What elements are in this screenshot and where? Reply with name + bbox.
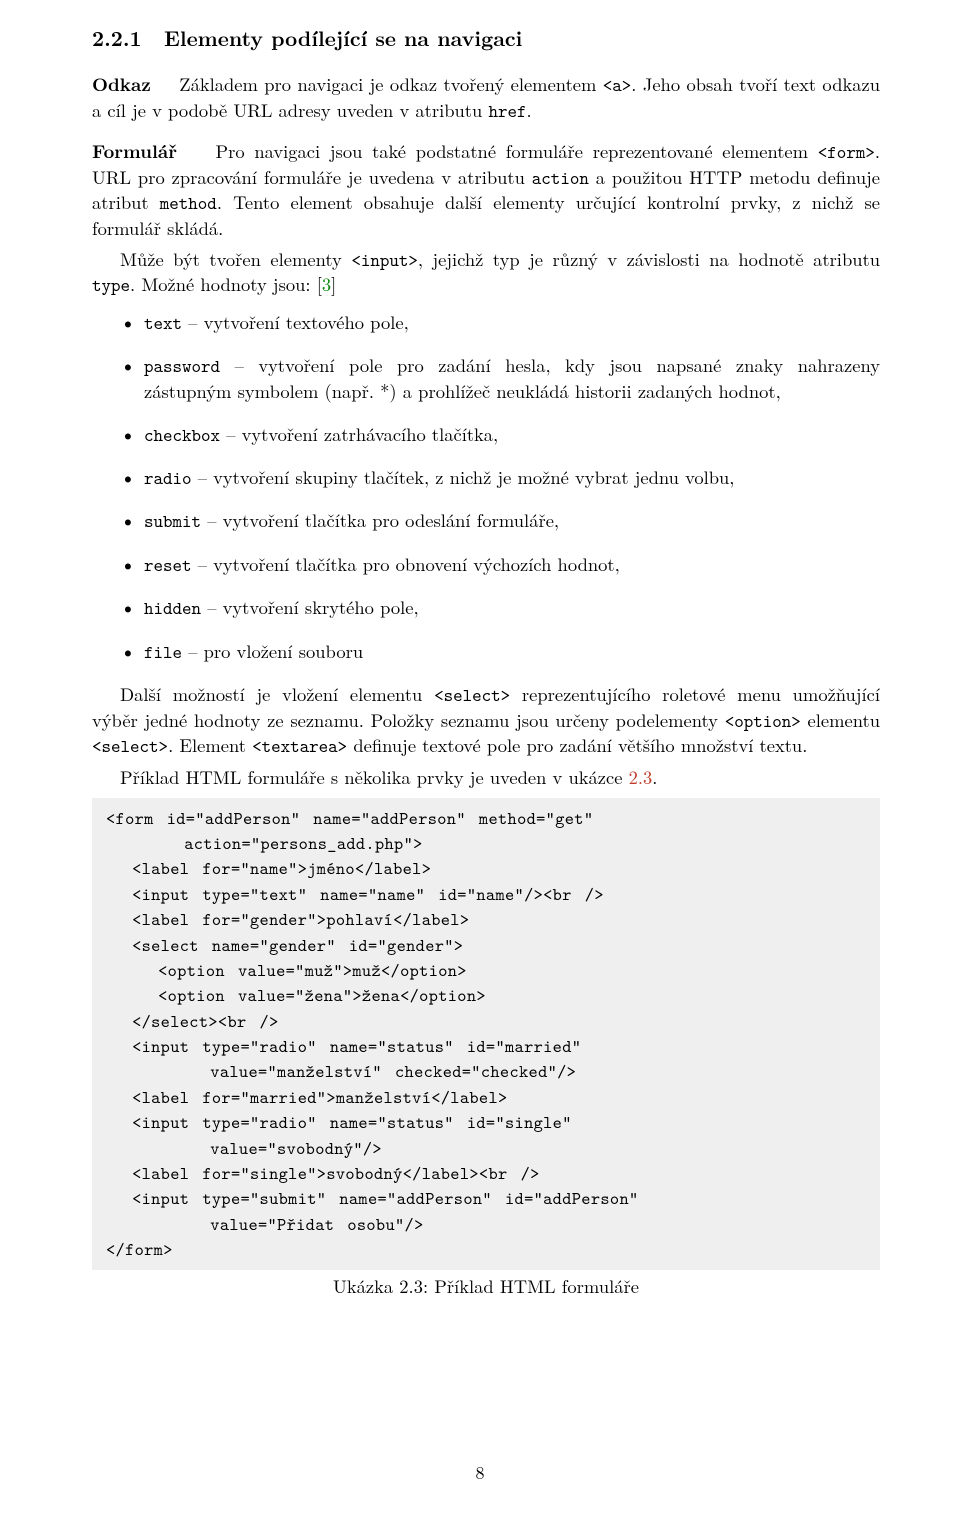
text: elementu (801, 707, 880, 733)
code-line: <label for="married">manželství</label> (106, 1085, 508, 1109)
code-line: <option value="muž">muž</option> (106, 958, 467, 982)
list-item: file – pro vložení souboru (144, 639, 880, 664)
code-line: value="manželství" checked="checked"/> (106, 1059, 576, 1083)
text: . (652, 764, 657, 790)
code-line: <option value="žena">žena</option> (106, 983, 486, 1007)
paragraph-formular: Formulář Pro navigaci jsou také podstatn… (92, 139, 880, 240)
page: 2.2.1Elementy podílející se na navigaci … (0, 0, 960, 1515)
code-checkbox: checkbox (144, 423, 220, 447)
text: Další možností je vložení elementu (120, 681, 434, 707)
code-form-tag: <form> (818, 140, 875, 164)
code-type: type (92, 273, 130, 297)
section-number: 2.2.1 (92, 24, 164, 52)
ref-listing-2-3[interactable]: 2.3 (629, 764, 653, 790)
section-title: Elementy podílející se na navigaci (164, 23, 522, 53)
text: , jejichž typ je různý v závislosti na h… (418, 246, 880, 272)
code-listing: <form id="addPerson" name="addPerson" me… (92, 798, 880, 1271)
code-reset: reset (144, 553, 192, 577)
text: Příklad HTML formuláře s několika prvky … (120, 764, 629, 790)
code-line: <input type="text" name="name" id="name"… (106, 882, 604, 906)
text: Základem pro navigaci je odkaz tvořený e… (179, 71, 603, 97)
code-href: href (488, 99, 526, 123)
paragraph-example-ref: Příklad HTML formuláře s několika prvky … (92, 765, 880, 790)
code-line: <select name="gender" id="gender"> (106, 933, 463, 957)
code-select-tag: <select> (434, 683, 510, 707)
code-text: text (144, 311, 182, 335)
code-select-tag-2: <select> (92, 734, 168, 758)
code-line: <label for="gender">pohlaví</label> (106, 907, 469, 931)
runin-odkaz: Odkaz (92, 71, 151, 97)
section-heading: 2.2.1Elementy podílející se na navigaci (92, 24, 880, 52)
text: – vytvoření tlačítka pro obnovení výchoz… (192, 551, 620, 577)
code-file: file (144, 640, 182, 664)
code-textarea-tag: <textarea> (252, 734, 347, 758)
code-line: </select><br /> (106, 1009, 279, 1033)
citation-3[interactable]: 3 (322, 271, 331, 297)
code-action: action (532, 166, 589, 190)
list-item: radio – vytvoření skupiny tlačítek, z ni… (144, 465, 880, 490)
text: – vytvoření skrytého pole, (201, 594, 419, 620)
code-line: action="persons_add.php"> (106, 831, 423, 855)
list-item: reset – vytvoření tlačítka pro obnovení … (144, 552, 880, 577)
text: Může být tvořen elementy (120, 246, 351, 272)
text: – vytvoření tlačítka pro odeslání formul… (201, 507, 559, 533)
code-option-tag: <option> (725, 709, 801, 733)
code-hidden: hidden (144, 596, 201, 620)
listing-caption: Ukázka 2.3: Příklad HTML formuláře (92, 1274, 880, 1299)
list-item: checkbox – vytvoření zatrhávacího tlačít… (144, 422, 880, 447)
list-item: text – vytvoření textového pole, (144, 310, 880, 335)
text: . Element (168, 732, 252, 758)
list-item: submit – vytvoření tlačítka pro odeslání… (144, 508, 880, 533)
code-password: password (144, 354, 220, 378)
paragraph-select: Další možností je vložení elementu <sele… (92, 682, 880, 758)
code-submit: submit (144, 509, 201, 533)
text: – pro vložení souboru (182, 638, 363, 664)
text: – vytvoření zatrhávacího tlačítka, (220, 421, 498, 447)
code-line: <input type="radio" name="status" id="ma… (106, 1034, 581, 1058)
list-item: password – vytvoření pole pro zadání hes… (144, 353, 880, 403)
page-number: 8 (0, 1461, 960, 1485)
text: Pro navigaci jsou také podstatné formulá… (216, 138, 818, 164)
text: definuje textové pole pro zadání většího… (347, 732, 807, 758)
text: – vytvoření textového pole, (182, 309, 409, 335)
code-input-tag: <input> (351, 248, 418, 272)
runin-formular: Formulář (92, 138, 177, 164)
text: . (526, 97, 531, 123)
text: ] (331, 271, 336, 297)
code-line: <input type="submit" name="addPerson" id… (106, 1186, 639, 1210)
list-item: hidden – vytvoření skrytého pole, (144, 595, 880, 620)
code-line: </form> (106, 1237, 173, 1261)
code-line: <form id="addPerson" name="addPerson" me… (106, 806, 593, 830)
code-line: value="svobodný"/> (106, 1136, 382, 1160)
code-line: value="Přidat osobu"/> (106, 1212, 424, 1236)
code-radio: radio (144, 466, 192, 490)
text: . Možné hodnoty jsou: [ (130, 271, 322, 297)
code-line: <label for="name">jméno</label> (106, 856, 431, 880)
text: – vytvoření skupiny tlačítek, z nichž je… (192, 464, 735, 490)
code-a-tag: <a> (603, 73, 632, 97)
code-line: <label for="single">svobodný</label><br … (106, 1161, 540, 1185)
text: – vytvoření pole pro zadání hesla, kdy j… (144, 352, 880, 403)
paragraph-odkaz: Odkaz Základem pro navigaci je odkaz tvo… (92, 72, 880, 123)
code-method: method (160, 191, 217, 215)
input-types-list: text – vytvoření textového pole, passwor… (92, 310, 880, 665)
code-line: <input type="radio" name="status" id="si… (106, 1110, 572, 1134)
paragraph-input: Může být tvořen elementy <input>, jejich… (92, 247, 880, 298)
